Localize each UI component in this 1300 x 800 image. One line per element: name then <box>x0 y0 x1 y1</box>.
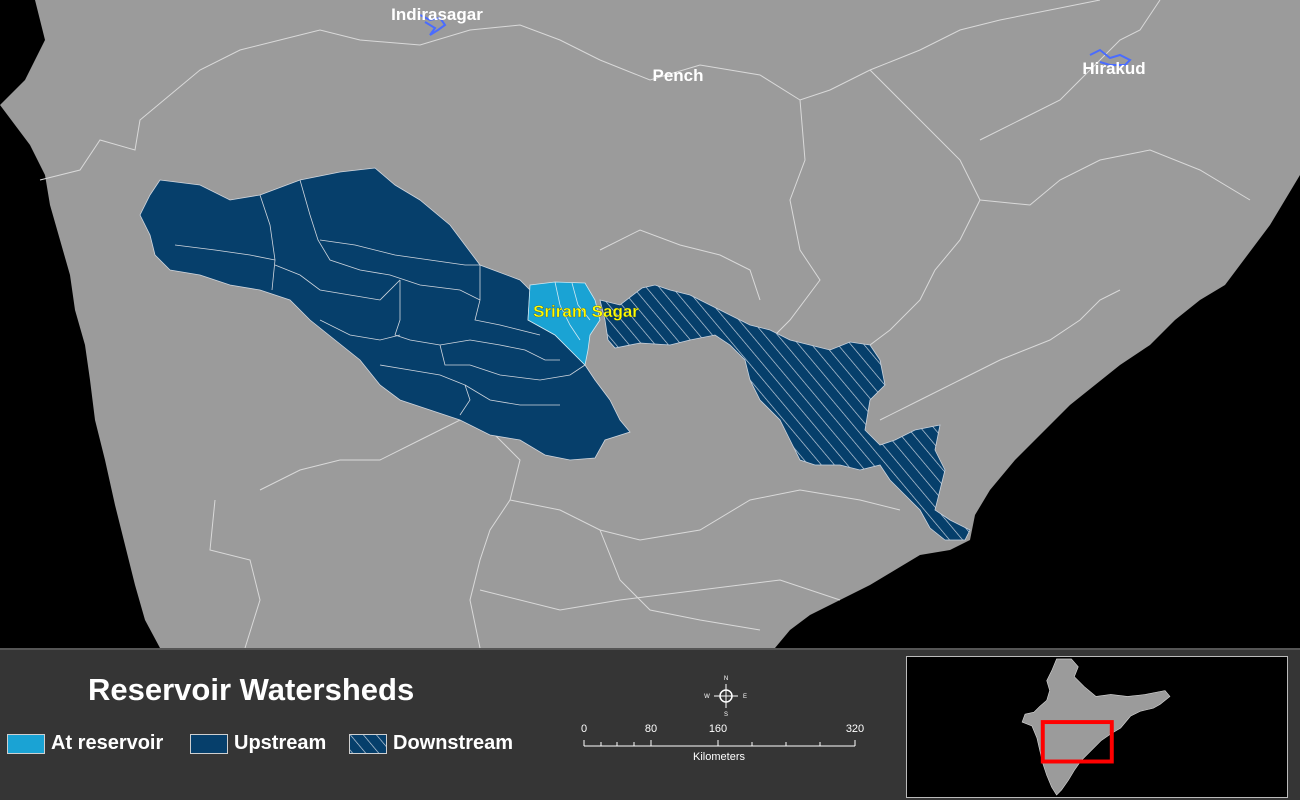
compass-s: S <box>724 712 728 718</box>
scale-unit: Kilometers <box>693 751 745 763</box>
scale-bar-line <box>583 740 856 747</box>
legend-item-upstream: Upstream <box>190 732 326 755</box>
label-hirakud[interactable]: Hirakud <box>1082 59 1145 78</box>
legend-title: Reservoir Watersheds <box>88 672 415 707</box>
label-indirasagar[interactable]: Indirasagar <box>391 5 483 24</box>
legend-item-downstream: Downstream <box>349 732 513 755</box>
scale-tick-80: 80 <box>645 723 657 735</box>
legend-label-downstream: Downstream <box>393 732 514 754</box>
legend-label-at-reservoir: At reservoir <box>51 732 164 754</box>
upstream-swatch <box>190 733 228 754</box>
at-reservoir-swatch <box>7 733 45 754</box>
compass-rose-icon: N S W E <box>704 676 747 718</box>
compass-w: W <box>704 694 710 700</box>
downstream-swatch <box>349 733 387 754</box>
legend-item-at-reservoir: At reservoir <box>7 732 163 755</box>
scale-tick-320: 320 <box>846 723 864 735</box>
locator-inset-map[interactable] <box>906 656 1288 798</box>
label-sriram-sagar[interactable]: Sriram Sagar <box>533 302 640 321</box>
scale-tick-0: 0 <box>581 723 587 735</box>
compass-n: N <box>724 676 728 682</box>
compass-e: E <box>743 694 747 700</box>
label-pench[interactable]: Pench <box>652 66 703 85</box>
legend-panel: Reservoir Watersheds At reservoir Upstre… <box>0 648 1300 800</box>
legend-label-upstream: Upstream <box>234 732 327 754</box>
scale-tick-160: 160 <box>709 723 727 735</box>
scale-bar: N S W E 0 80 160 320 Kilometers <box>581 676 864 763</box>
map-canvas[interactable]: Indirasagar Pench Hirakud Sriram Sagar <box>0 0 1300 648</box>
